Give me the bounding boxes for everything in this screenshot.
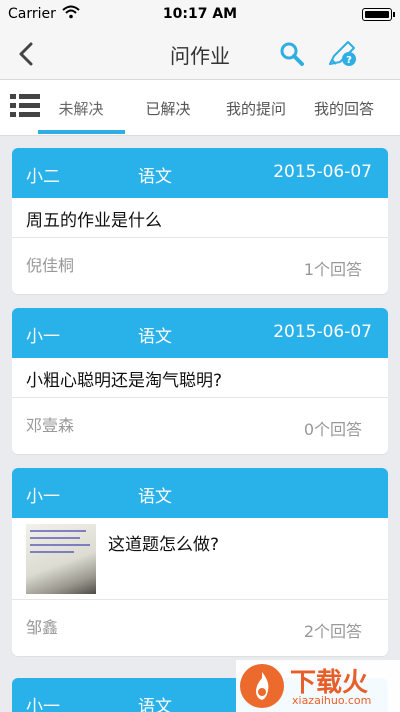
student-name: 邹鑫 [26, 618, 59, 637]
student-name: 倪佳桐 [26, 256, 75, 275]
card-footer: 邹鑫 2个回答 [12, 600, 388, 656]
status-bar: Carrier 10:17 AM [0, 0, 400, 28]
subject-label: 语文 [138, 327, 172, 347]
card-header: 小二 语文 2015-06-07 [12, 148, 388, 198]
svg-text:?: ? [346, 55, 352, 66]
active-tab-indicator [38, 130, 125, 134]
subject-label: 语文 [138, 167, 172, 187]
question-text: 这道题怎么做? [108, 535, 220, 555]
question-card[interactable]: 小一 语文 2015-06-07 小粗心聪明还是淘气聪明? 邓壹森 0个回答 [12, 308, 388, 454]
search-icon[interactable] [278, 40, 306, 68]
watermark-logo: 下载火 xiazaihuo.com [236, 660, 400, 712]
card-footer: 倪佳桐 1个回答 [12, 238, 388, 294]
post-date: 2015-06-07 [273, 322, 372, 342]
teacher-name: 小一 [26, 487, 60, 507]
answer-count: 0个回答 [303, 420, 362, 439]
question-text: 小粗心聪明还是淘气聪明? [12, 358, 388, 398]
card-header: 小一 语文 [12, 468, 388, 518]
teacher-name: 小一 [26, 697, 60, 712]
card-header: 小一 语文 2015-06-07 [12, 308, 388, 358]
pencil-question-icon[interactable]: ? [326, 38, 358, 70]
question-row: 这道题怎么做? [12, 518, 388, 600]
list-menu-icon[interactable] [10, 92, 40, 118]
tab-solved[interactable]: 已解决 [127, 98, 209, 119]
clock: 10:17 AM [162, 6, 238, 22]
question-image[interactable] [26, 524, 96, 594]
question-card[interactable]: 小一 语文 这道题怎么做? 邹鑫 2个回答 [12, 468, 388, 656]
tab-my-questions[interactable]: 我的提问 [215, 98, 297, 119]
tab-my-answers[interactable]: 我的回答 [303, 98, 385, 119]
battery-icon [362, 8, 395, 21]
question-text: 周五的作业是什么 [12, 198, 388, 238]
flame-logo-icon [240, 664, 284, 708]
subject-label: 语文 [138, 697, 172, 712]
subject-label: 语文 [138, 487, 172, 507]
answer-count: 1个回答 [303, 260, 362, 279]
teacher-name: 小一 [26, 327, 60, 347]
watermark-domain: xiazaihuo.com [292, 694, 372, 707]
answer-count: 2个回答 [303, 622, 362, 641]
student-name: 邓壹森 [26, 416, 75, 435]
nav-bar: 问作业 ? [0, 28, 400, 80]
card-footer: 邓壹森 0个回答 [12, 398, 388, 454]
tab-unsolved[interactable]: 未解决 [40, 98, 122, 119]
teacher-name: 小二 [26, 167, 60, 187]
tab-bar: 未解决 已解决 我的提问 我的回答 [0, 80, 400, 136]
post-date: 2015-06-07 [273, 162, 372, 182]
question-card[interactable]: 小二 语文 2015-06-07 周五的作业是什么 倪佳桐 1个回答 [12, 148, 388, 294]
